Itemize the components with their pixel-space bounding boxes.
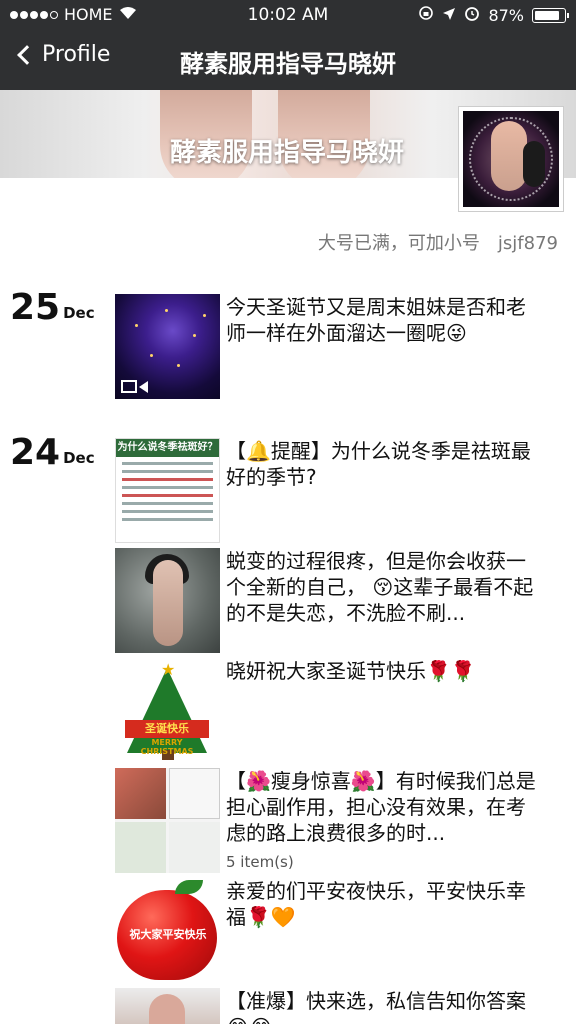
- status-bar: HOME 10:02 AM 87%: [0, 0, 576, 30]
- status-right: 87%: [418, 5, 569, 25]
- thumbnail-banner: 圣诞快乐: [125, 720, 209, 738]
- post-thumbnail-video[interactable]: [115, 294, 220, 399]
- post-text[interactable]: 【🔔提醒】为什么说冬季是祛斑最好的季节?: [226, 438, 536, 490]
- post-text[interactable]: 【准爆】快来选，私信告知你答案😂😂: [226, 988, 536, 1024]
- avatar[interactable]: [458, 106, 564, 212]
- post-text[interactable]: 晓妍祝大家圣诞节快乐🌹🌹: [226, 658, 536, 684]
- page-title: 酵素服用指导马晓妍: [180, 50, 396, 78]
- item-count: 5 item(s): [226, 853, 294, 871]
- alarm-icon: [464, 5, 480, 25]
- thumbnail-caption: MERRY CHRISTMAS: [140, 738, 194, 756]
- post-thumbnail[interactable]: [115, 988, 220, 1024]
- post-thumbnail-grid[interactable]: [115, 768, 220, 873]
- date-day: 25: [10, 287, 61, 328]
- post-thumbnail[interactable]: 祝大家平安快乐: [115, 878, 220, 983]
- post-thumbnail[interactable]: ★ 圣诞快乐 MERRY CHRISTMAS: [115, 658, 220, 763]
- post-text[interactable]: 亲爱的们平安夜快乐，平安快乐幸福🌹🧡: [226, 878, 536, 930]
- date-month: Dec: [63, 449, 95, 467]
- battery-percent: 87%: [488, 5, 524, 25]
- date-month: Dec: [63, 304, 95, 322]
- location-icon: [442, 6, 456, 25]
- date-day: 24: [10, 432, 61, 473]
- thumbnail-title: 为什么说冬季祛斑好？: [116, 439, 219, 457]
- video-icon: [121, 380, 148, 393]
- date-label: 24 Dec: [10, 435, 95, 471]
- date-label: 25 Dec: [10, 290, 95, 326]
- top-bar: HOME 10:02 AM 87% Profile 酵素服用指导马晓妍: [0, 0, 576, 90]
- post-text[interactable]: 【🌺瘦身惊喜🌺】有时候我们总是担心副作用，担心没有效果，在考虑的路上浪费很多的时…: [226, 768, 536, 846]
- post-thumbnail[interactable]: [115, 548, 220, 653]
- battery-icon: [532, 7, 569, 23]
- profile-signature: 大号已满，可加小号 jsjf879: [317, 233, 558, 254]
- post-thumbnail[interactable]: 为什么说冬季祛斑好？: [115, 438, 220, 543]
- star-icon: ★: [161, 660, 176, 679]
- thumbnail-text: 祝大家平安快乐: [129, 928, 207, 941]
- post-text[interactable]: 蜕变的过程很疼，但是你会收获一个全新的自己， 😚这辈子最看不起的不是失恋，不洗脸…: [226, 548, 536, 626]
- rotation-lock-icon: [418, 5, 434, 25]
- nav-bar: Profile 酵素服用指导马晓妍: [0, 30, 576, 90]
- cover-name: 酵素服用指导马晓妍: [170, 138, 405, 168]
- post-text[interactable]: 今天圣诞节又是周末姐妹是否和老师一样在外面溜达一圈呢😜: [226, 294, 536, 346]
